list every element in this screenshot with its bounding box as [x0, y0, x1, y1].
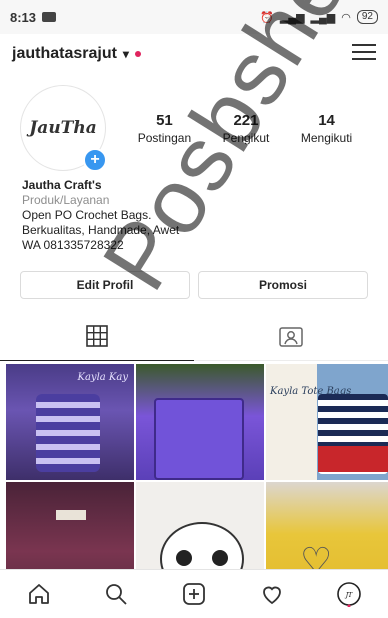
battery-indicator: 92	[356, 10, 378, 24]
avatar[interactable]: JauTha +	[20, 85, 107, 172]
stat-label: Postingan	[137, 130, 192, 145]
tab-tagged[interactable]	[194, 317, 388, 361]
posts-grid: Kayla Kay Kayla Tote Bags ♡	[6, 364, 388, 598]
chevron-down-icon: ▾	[122, 47, 129, 61]
post-thumbnail[interactable]: Kayla Tote Bags	[266, 364, 388, 480]
status-bar: 8:13 ⏰ ▂▄▆ ▂▄▆ ◠ 92	[0, 0, 388, 34]
promotions-button[interactable]: Promosi	[198, 271, 368, 299]
stat-following[interactable]: 14 Mengikuti	[301, 112, 352, 145]
home-icon[interactable]	[25, 580, 53, 608]
add-post-icon[interactable]	[180, 580, 208, 608]
bio-category: Produk/Layanan	[22, 193, 110, 207]
status-time: 8:13	[10, 9, 37, 25]
post-thumbnail[interactable]	[136, 364, 264, 480]
menu-icon[interactable]	[352, 42, 376, 67]
bio: Jautha Craft's Produk/Layanan Open PO Cr…	[0, 174, 388, 253]
tagged-icon	[279, 325, 303, 352]
stat-label: Mengikuti	[300, 130, 353, 145]
bio-line: Open PO Crochet Bags.	[22, 208, 152, 222]
svg-text:JT: JT	[344, 592, 353, 599]
signal-icon-2: ▂▄▆	[310, 11, 336, 24]
bio-line: Berkualitas, Handmade, Awet	[22, 223, 180, 237]
top-bar: jauthatasrajut ▾	[0, 34, 388, 74]
profile-actions: Edit Profil Promosi	[0, 253, 388, 299]
post-thumbnail[interactable]: Kayla Kay	[6, 364, 134, 480]
content-tabs	[0, 317, 388, 361]
bag-illustration	[36, 394, 100, 472]
stat-count: 14	[318, 111, 335, 129]
stat-count: 51	[156, 111, 173, 129]
stat-followers[interactable]: 221 Pengikut	[223, 112, 270, 145]
tab-grid[interactable]	[0, 317, 194, 361]
edit-profile-button[interactable]: Edit Profil	[20, 271, 190, 299]
signal-icon: ▂▄▆	[279, 11, 305, 24]
stat-posts[interactable]: 51 Postingan	[138, 112, 191, 145]
gallery-notification-icon	[42, 12, 57, 22]
bio-line: WA 081335728322	[22, 238, 124, 252]
bag-label	[56, 510, 86, 520]
profile-header: JauTha + 51 Postingan 221 Pengikut 14 Me…	[0, 74, 388, 174]
notification-dot	[134, 51, 141, 57]
username: jauthatasrajut	[12, 45, 117, 62]
profile-stats: 51 Postingan 221 Pengikut 14 Mengikuti	[122, 112, 368, 145]
search-icon[interactable]	[102, 580, 130, 608]
grid-icon	[86, 325, 108, 352]
bag-illustration-red	[318, 446, 388, 472]
heart-icon[interactable]	[258, 580, 286, 608]
add-story-icon[interactable]: +	[83, 148, 107, 172]
bag-illustration	[154, 398, 244, 480]
stat-label: Pengikut	[222, 130, 270, 145]
wifi-icon: ◠	[341, 11, 351, 24]
avatar-brand: JauTha	[29, 118, 97, 138]
bottom-nav: JT	[0, 569, 388, 618]
stat-count: 221	[233, 111, 259, 129]
alarm-icon: ⏰	[260, 11, 274, 24]
post-caption: Kayla Kay	[77, 372, 128, 383]
bio-name: Jautha Craft's	[22, 178, 102, 192]
account-switcher[interactable]: jauthatasrajut ▾	[12, 45, 141, 63]
profile-avatar-icon[interactable]: JT	[335, 580, 363, 608]
